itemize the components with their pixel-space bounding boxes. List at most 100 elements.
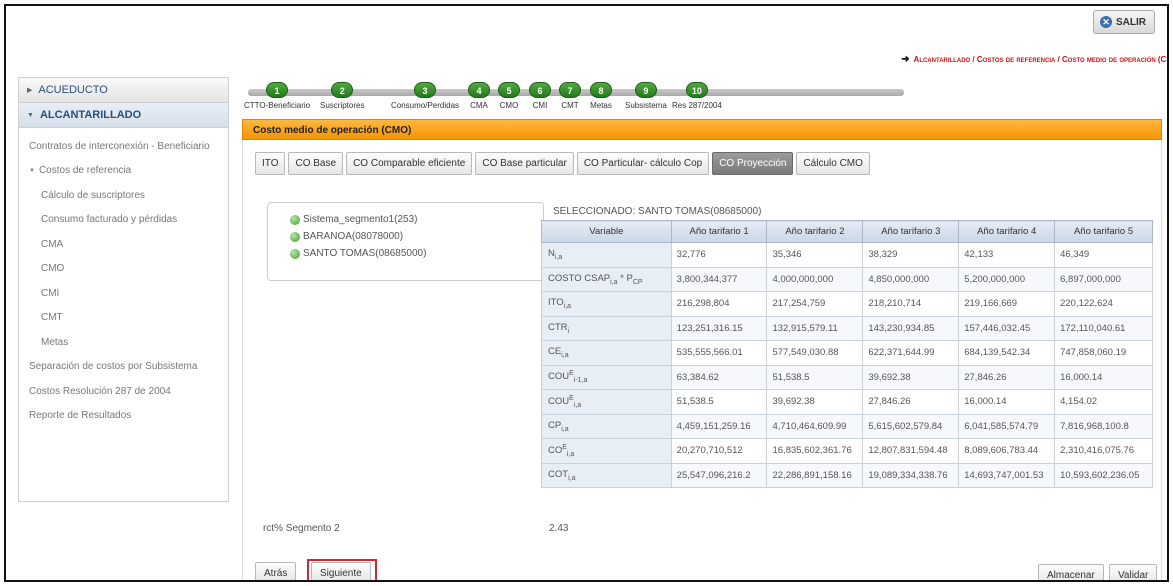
- variable-cell: COSTO CSAPi,a * PCP: [541, 266, 672, 292]
- breadcrumb-text[interactable]: Alcantarillado / Costos de referencia / …: [914, 55, 1167, 64]
- step-cmi[interactable]: 6 CMI: [529, 82, 551, 110]
- step-suscriptores[interactable]: 2 Suscriptores: [320, 82, 364, 110]
- step-ctto-beneficiario[interactable]: 1 CTTO-Beneficiario: [244, 82, 310, 110]
- value-cell: 63,384.62: [670, 364, 768, 390]
- exit-button[interactable]: ✕ SALIR: [1093, 10, 1155, 34]
- tab-calculo-cmo[interactable]: Cálculo CMO: [796, 152, 870, 175]
- step-cmt[interactable]: 7 CMT: [559, 82, 581, 110]
- value-cell: 32,776: [670, 242, 768, 268]
- value-cell: 216,298,804: [670, 291, 768, 317]
- value-cell: 6,897,000,000: [1054, 266, 1153, 292]
- sidebar-item-cma[interactable]: CMA: [19, 232, 228, 257]
- value-cell: 12,807,831,594.48: [862, 438, 960, 464]
- sidebar-item-consumo-facturado[interactable]: Consumo facturado y pérdidas: [19, 208, 228, 233]
- value-cell: 172,110,040.61: [1054, 315, 1153, 341]
- sidebar-item-cmt[interactable]: CMT: [19, 306, 228, 331]
- breadcrumb: ➜ Alcantarillado / Costos de referencia …: [901, 54, 1167, 65]
- value-cell: 27,846.26: [958, 364, 1056, 390]
- step-metas[interactable]: 8 Metas: [590, 82, 612, 110]
- tab-co-particular-calculo[interactable]: CO Particular- cálculo Cop: [576, 152, 710, 175]
- tree-node[interactable]: BARANOA(08078000): [290, 228, 543, 245]
- table-row: ITOi,a 216,298,804 217,254,759 218,210,714 2…: [541, 291, 1153, 317]
- tree-node[interactable]: Sistema_segmento1(253): [290, 211, 543, 228]
- tab-co-base[interactable]: CO Base: [288, 152, 344, 175]
- value-cell: 123,251,316.15: [670, 315, 768, 341]
- value-cell: 3,800,344,377: [670, 266, 768, 292]
- sidebar-section-label: ACUEDUCTO: [38, 84, 108, 96]
- step-cmo[interactable]: 5 CMO: [498, 82, 520, 110]
- step-consumo-perdidas[interactable]: 3 Consumo/Perdidas: [391, 82, 459, 110]
- sidebar-item-costos-resolucion[interactable]: Costos Resolución 287 de 2004: [19, 379, 228, 404]
- sidebar-item-separacion-costos[interactable]: Separación de costos por Subsistema: [19, 355, 228, 380]
- column-header: Año tarifario 5: [1054, 220, 1153, 243]
- value-cell: 4,710,464,609.99: [766, 413, 864, 439]
- value-cell: 4,850,000,000: [862, 266, 960, 292]
- value-cell: 747,858,060.19: [1054, 340, 1153, 366]
- sidebar-section-acueducto[interactable]: ▶ ACUEDUCTO: [19, 78, 228, 103]
- value-cell: 143,230,934.85: [862, 315, 960, 341]
- table-header-row: Variable Año tarifario 1 Año tarifario 2 Añ…: [541, 220, 1153, 243]
- column-header: Variable: [541, 220, 672, 243]
- sidebar-section-alcantarillado[interactable]: ▼ ALCANTARILLADO: [19, 103, 228, 128]
- table-row: COUEi,a 51,538.5 39,692.38 27,846.26 16,000.…: [541, 389, 1153, 415]
- main-panel: ITO CO Base CO Comparable eficiente CO B…: [242, 140, 1162, 580]
- node-status-icon: [290, 231, 300, 242]
- variable-cell: CPi,a: [541, 413, 672, 439]
- node-status-icon: [290, 214, 300, 225]
- chevron-down-icon: ▼: [27, 111, 34, 119]
- column-header: Año tarifario 2: [766, 220, 864, 243]
- tree-node[interactable]: SANTO TOMAS(08685000): [290, 245, 543, 262]
- value-cell: 4,000,000,000: [766, 266, 864, 292]
- value-cell: 220,122,624: [1054, 291, 1153, 317]
- value-cell: 46,349: [1054, 242, 1153, 268]
- column-header: Año tarifario 4: [958, 220, 1056, 243]
- value-cell: 4,459,151,259.16: [670, 413, 768, 439]
- value-cell: 157,446,032.45: [958, 315, 1056, 341]
- tab-ito[interactable]: ITO: [255, 152, 286, 175]
- sidebar-item-reporte-resultados[interactable]: Reporte de Resultados: [19, 404, 228, 429]
- value-cell: 684,139,542.34: [958, 340, 1056, 366]
- value-cell: 535,555,566.01: [670, 340, 768, 366]
- value-cell: 14,693,747,001.53: [958, 462, 1056, 488]
- sidebar-item-cmi[interactable]: CMI: [19, 281, 228, 306]
- value-cell: 16,835,602,361.76: [766, 438, 864, 464]
- value-cell: 27,846.26: [862, 389, 960, 415]
- value-cell: 39,692.38: [862, 364, 960, 390]
- sidebar-item-calculo-suscriptores[interactable]: Cálculo de suscriptores: [19, 183, 228, 208]
- step-subsistema[interactable]: 9 Subsistema: [625, 82, 667, 110]
- back-button[interactable]: Atrás: [255, 562, 297, 580]
- value-cell: 39,692.38: [766, 389, 864, 415]
- tab-co-base-particular[interactable]: CO Base particular: [475, 152, 574, 175]
- tab-co-comparable-eficiente[interactable]: CO Comparable eficiente: [346, 152, 473, 175]
- value-cell: 5,615,602,579.84: [862, 413, 960, 439]
- save-button[interactable]: Almacenar: [1038, 564, 1104, 580]
- variable-cell: Ni,a: [541, 242, 672, 268]
- value-cell: 51,538.5: [670, 389, 768, 415]
- exit-button-label: SALIR: [1116, 16, 1146, 28]
- step-res-287[interactable]: 10 Res 287/2004: [672, 82, 722, 110]
- table-row: COSTO CSAPi,a * PCP 3,800,344,377 4,000,00…: [541, 266, 1153, 292]
- table-row: COTi,a 25,547,096,216.2 22,286,891,158.16 1…: [541, 462, 1153, 488]
- variable-cell: COEi,a: [541, 438, 672, 464]
- table-row: CPi,a 4,459,151,259.16 4,710,464,609.99 5,6…: [541, 413, 1153, 439]
- sidebar-section-label: ALCANTARILLADO: [39, 109, 142, 121]
- step-cma[interactable]: 4 CMA: [468, 82, 490, 110]
- value-cell: 5,200,000,000: [958, 266, 1056, 292]
- table-row: COUEi-1,a 63,384.62 51,538.5 39,692.38 27,84…: [541, 364, 1153, 390]
- sidebar-item-contratos[interactable]: Contratos de interconexión - Beneficiari…: [19, 134, 228, 159]
- variable-cell: COUEi,a: [541, 389, 672, 415]
- next-button[interactable]: Siguiente: [311, 562, 371, 580]
- value-cell: 25,547,096,216.2: [670, 462, 768, 488]
- value-cell: 42,133: [958, 242, 1056, 268]
- sidebar: ▶ ACUEDUCTO ▼ ALCANTARILLADO Contratos d…: [18, 77, 229, 502]
- tab-co-proyeccion[interactable]: CO Proyección: [712, 152, 794, 175]
- close-icon: ✕: [1100, 16, 1112, 28]
- sidebar-item-metas[interactable]: Metas: [19, 330, 228, 355]
- validate-button[interactable]: Validar: [1109, 564, 1158, 580]
- sidebar-item-costos-referencia[interactable]: ▼ Costos de referencia: [19, 159, 228, 184]
- rct-value: 2.43: [549, 523, 569, 534]
- sidebar-item-cmo[interactable]: CMO: [19, 257, 228, 282]
- column-header: Año tarifario 1: [670, 220, 768, 243]
- wizard-steps: 1 CTTO-Beneficiario 2 Suscriptores 3 Consum…: [244, 82, 904, 116]
- projection-table: Variable Año tarifario 1 Año tarifario 2 Añ…: [541, 220, 1153, 488]
